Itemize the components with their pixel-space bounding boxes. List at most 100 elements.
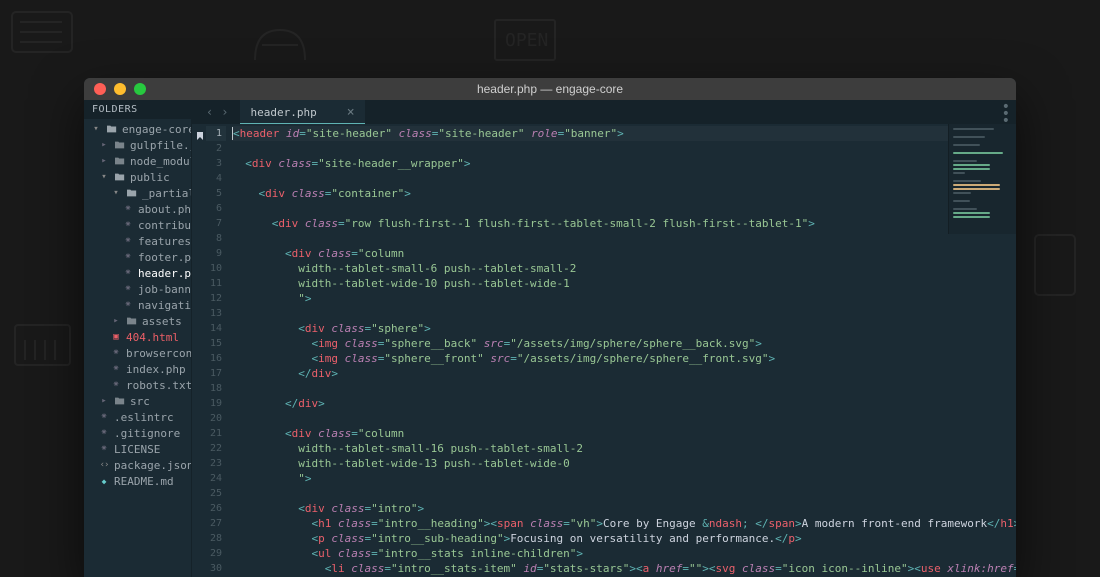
code-line[interactable]: width--tablet-small-16 push--tablet-smal… xyxy=(232,441,1016,456)
code-line[interactable]: <div class="container"> xyxy=(232,186,1016,201)
tree-item-browserconfig[interactable]: browserconfig xyxy=(84,345,191,361)
tree-item--partials[interactable]: _partials xyxy=(84,185,191,201)
tree-item-gulpfile-js[interactable]: ▸gulpfile.js xyxy=(84,137,191,153)
tree-item-engage-core[interactable]: engage-core xyxy=(84,121,191,137)
tree-item-features-ph[interactable]: features.ph xyxy=(84,233,191,249)
editor-window: header.php — engage-core FOLDERS engage-… xyxy=(84,78,1016,577)
line-number[interactable]: 6 xyxy=(206,201,226,216)
line-number[interactable]: 14 xyxy=(206,321,226,336)
code-line[interactable]: </div> xyxy=(232,396,1016,411)
code-line[interactable]: width--tablet-wide-13 push--tablet-wide-… xyxy=(232,456,1016,471)
line-number[interactable]: 17 xyxy=(206,366,226,381)
code-line[interactable]: <div class="site-header__wrapper"> xyxy=(232,156,1016,171)
line-number[interactable]: 18 xyxy=(206,381,226,396)
code-line[interactable]: width--tablet-small-6 push--tablet-small… xyxy=(232,261,1016,276)
code-line[interactable] xyxy=(232,306,1016,321)
editor-area[interactable]: 1234567891011121314151617181920212223242… xyxy=(192,124,1016,577)
tree-item-navigation[interactable]: navigation xyxy=(84,297,191,313)
line-number[interactable]: 15 xyxy=(206,336,226,351)
line-number[interactable]: 13 xyxy=(206,306,226,321)
tree-item--gitignore[interactable]: .gitignore xyxy=(84,425,191,441)
line-number[interactable]: 25 xyxy=(206,486,226,501)
tree-item-contributo[interactable]: contributo xyxy=(84,217,191,233)
code-line[interactable]: <li class="intro__stats-item" id="stats-… xyxy=(232,561,1016,576)
tree-item-node-modules[interactable]: ▸node_modules xyxy=(84,153,191,169)
tree-item-label: robots.txt xyxy=(126,379,192,392)
code-line[interactable]: width--tablet-wide-10 push--tablet-wide-… xyxy=(232,276,1016,291)
line-number[interactable]: 30 xyxy=(206,561,226,576)
line-number[interactable]: 27 xyxy=(206,516,226,531)
code-line[interactable]: <header id="site-header" class="site-hea… xyxy=(232,126,1016,141)
line-number[interactable]: 24 xyxy=(206,471,226,486)
code-line[interactable]: </div> xyxy=(232,366,1016,381)
tree-item-robots-txt[interactable]: robots.txt xyxy=(84,377,191,393)
line-number[interactable]: 21 xyxy=(206,426,226,441)
line-number[interactable]: 2 xyxy=(206,141,226,156)
line-number[interactable]: 4 xyxy=(206,171,226,186)
code-line[interactable] xyxy=(232,201,1016,216)
code-line[interactable]: <img class="sphere__back" src="/assets/i… xyxy=(232,336,1016,351)
tab-header-php[interactable]: header.php × xyxy=(240,100,364,124)
tree-item-readme-md[interactable]: README.md xyxy=(84,473,191,489)
line-number[interactable]: 28 xyxy=(206,531,226,546)
line-number[interactable]: 29 xyxy=(206,546,226,561)
line-gutter[interactable]: 1234567891011121314151617181920212223242… xyxy=(206,124,226,577)
line-number[interactable]: 3 xyxy=(206,156,226,171)
code-line[interactable]: <div class="sphere"> xyxy=(232,321,1016,336)
code-line[interactable] xyxy=(232,381,1016,396)
code-line[interactable]: <div class="intro"> xyxy=(232,501,1016,516)
file-icon xyxy=(122,299,134,311)
tab-bar[interactable]: ‹ › header.php × ••• xyxy=(192,100,1016,124)
tree-item-label: .gitignore xyxy=(114,427,180,440)
tree-item--eslintrc[interactable]: .eslintrc xyxy=(84,409,191,425)
code-line[interactable]: "> xyxy=(232,291,1016,306)
line-number[interactable]: 11 xyxy=(206,276,226,291)
line-number[interactable]: 22 xyxy=(206,441,226,456)
code-line[interactable]: <ul class="intro__stats inline-children"… xyxy=(232,546,1016,561)
code-line[interactable]: <img class="sphere__front" src="/assets/… xyxy=(232,351,1016,366)
line-number[interactable]: 16 xyxy=(206,351,226,366)
code-line[interactable]: <div class="row flush-first--1 flush-fir… xyxy=(232,216,1016,231)
line-number[interactable]: 12 xyxy=(206,291,226,306)
line-number[interactable]: 5 xyxy=(206,186,226,201)
code-line[interactable] xyxy=(232,141,1016,156)
code-line[interactable]: "> xyxy=(232,471,1016,486)
close-tab-icon[interactable]: × xyxy=(347,105,355,120)
sidebar[interactable]: FOLDERS engage-core▸gulpfile.js▸node_mod… xyxy=(84,100,192,577)
code-line[interactable] xyxy=(232,171,1016,186)
line-number[interactable]: 7 xyxy=(206,216,226,231)
tree-item-license[interactable]: LICENSE xyxy=(84,441,191,457)
nav-forward-icon[interactable]: › xyxy=(221,105,228,119)
minimap[interactable] xyxy=(948,124,1016,234)
tree-item-footer-php[interactable]: footer.php xyxy=(84,249,191,265)
titlebar[interactable]: header.php — engage-core xyxy=(84,78,1016,100)
code-line[interactable]: <div class="column xyxy=(232,246,1016,261)
nav-back-icon[interactable]: ‹ xyxy=(206,105,213,119)
tree-item-job-banne[interactable]: job-banne xyxy=(84,281,191,297)
tree-item-404-html[interactable]: ▣404.html xyxy=(84,329,191,345)
tree-item-about-php[interactable]: about.php xyxy=(84,201,191,217)
tree-item-header-php[interactable]: header.php xyxy=(84,265,191,281)
code-line[interactable] xyxy=(232,486,1016,501)
overflow-menu-icon[interactable]: ••• xyxy=(1002,104,1010,125)
tree-item-package-json[interactable]: package.json xyxy=(84,457,191,473)
code-line[interactable] xyxy=(232,231,1016,246)
tree-item-index-php[interactable]: index.php xyxy=(84,361,191,377)
line-number[interactable]: 19 xyxy=(206,396,226,411)
line-number[interactable]: 1 xyxy=(206,126,226,141)
code-line[interactable]: <p class="intro__sub-heading">Focusing o… xyxy=(232,531,1016,546)
line-number[interactable]: 9 xyxy=(206,246,226,261)
code-line[interactable]: <div class="column xyxy=(232,426,1016,441)
code-content[interactable]: <header id="site-header" class="site-hea… xyxy=(226,124,1016,577)
line-number[interactable]: 23 xyxy=(206,456,226,471)
line-number[interactable]: 26 xyxy=(206,501,226,516)
tree-item-public[interactable]: public xyxy=(84,169,191,185)
line-number[interactable]: 10 xyxy=(206,261,226,276)
code-line[interactable]: <h1 class="intro__heading"><span class="… xyxy=(232,516,1016,531)
code-line[interactable] xyxy=(232,411,1016,426)
file-tree[interactable]: engage-core▸gulpfile.js▸node_modulespubl… xyxy=(84,119,191,491)
tree-item-assets[interactable]: ▸assets xyxy=(84,313,191,329)
line-number[interactable]: 8 xyxy=(206,231,226,246)
tree-item-src[interactable]: ▸src xyxy=(84,393,191,409)
line-number[interactable]: 20 xyxy=(206,411,226,426)
